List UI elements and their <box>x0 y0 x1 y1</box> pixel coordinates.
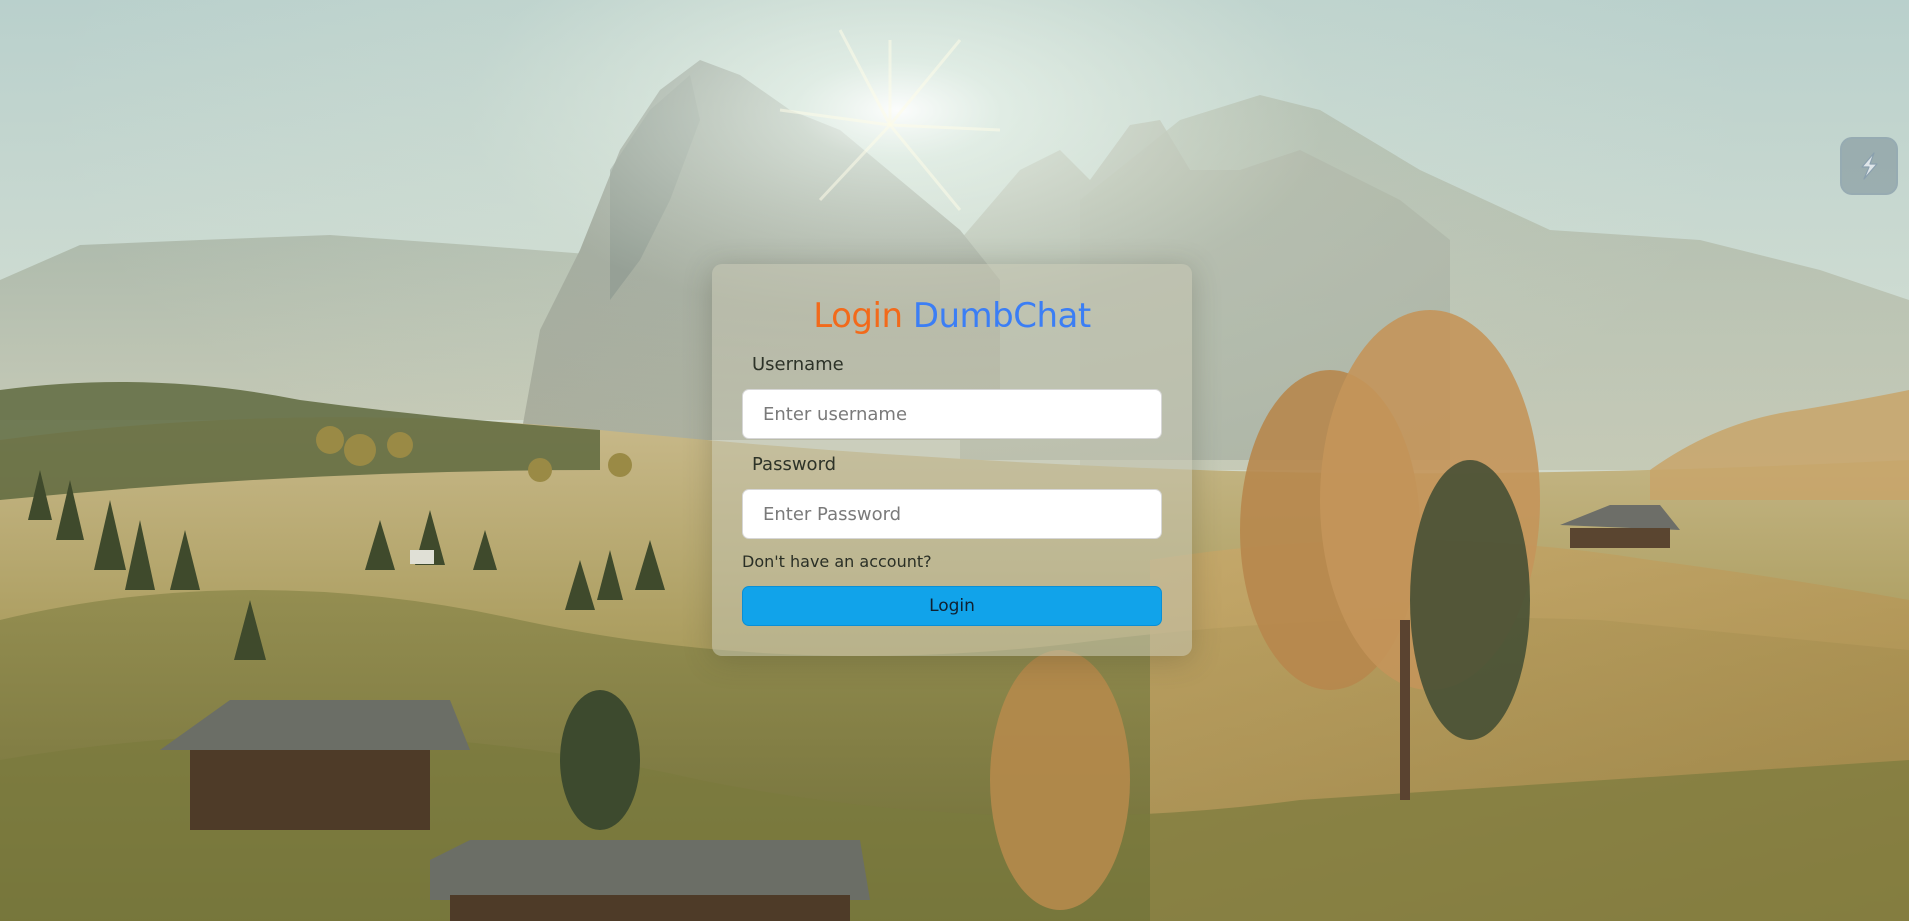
login-title: Login DumbChat <box>712 294 1192 338</box>
lightning-bolt-icon <box>1861 152 1878 180</box>
title-login-word: Login <box>813 296 903 336</box>
password-label: Password <box>752 454 837 475</box>
username-label: Username <box>752 354 844 375</box>
signup-link[interactable]: Don't have an account? <box>742 552 932 571</box>
title-app-name: DumbChat <box>912 296 1091 336</box>
theme-toggle-button[interactable] <box>1840 137 1898 195</box>
page-root: Login DumbChat Username Password Don't h… <box>0 0 1909 921</box>
login-card: Login DumbChat Username Password Don't h… <box>712 264 1192 656</box>
password-input[interactable] <box>742 489 1162 539</box>
username-input[interactable] <box>742 389 1162 439</box>
login-button[interactable]: Login <box>742 586 1162 626</box>
